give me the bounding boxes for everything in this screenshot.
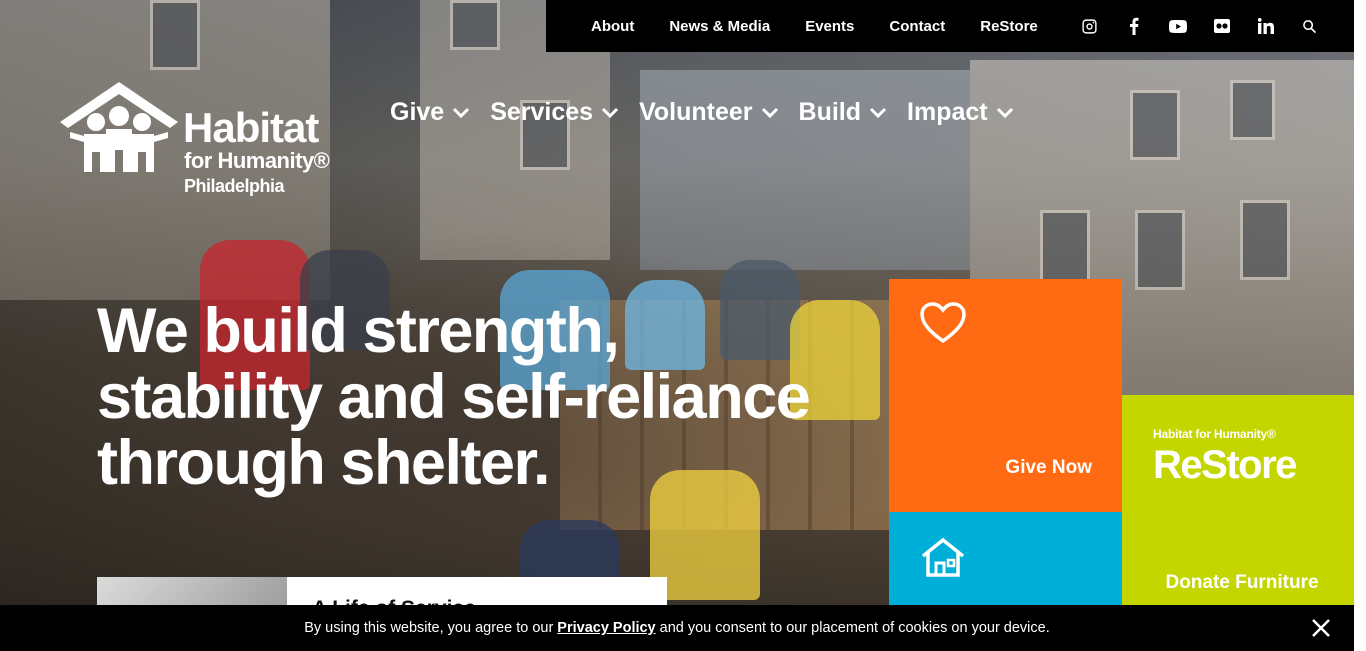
page-scrollbar[interactable] [1354, 0, 1366, 651]
give-now-tile[interactable]: Give Now [889, 279, 1122, 512]
search-icon[interactable] [1288, 11, 1332, 41]
cookie-text-after: and you consent to our placement of cook… [659, 620, 1050, 636]
hero-headline-line-1: We build strength, [97, 296, 620, 366]
facebook-icon[interactable] [1112, 11, 1156, 41]
donate-furniture-label: Donate Furniture [1165, 572, 1319, 593]
main-navigation: Give Services Volunteer Build Impact [390, 98, 1034, 127]
nav-item-services[interactable]: Services [490, 98, 619, 127]
logo-text-habitat: Habitat [183, 104, 319, 151]
privacy-policy-link[interactable]: Privacy Policy [557, 620, 655, 636]
house-icon [921, 537, 965, 577]
chevron-down-icon [453, 107, 470, 118]
home-services-tile[interactable] [889, 512, 1122, 605]
topbar-link-about[interactable]: About [591, 18, 634, 35]
chevron-down-icon [602, 107, 619, 118]
nav-item-impact[interactable]: Impact [907, 98, 1014, 127]
topbar-link-contact[interactable]: Contact [889, 18, 945, 35]
utility-bar: About News & Media Events Contact ReStor… [546, 0, 1354, 52]
nav-item-label: Build [798, 98, 862, 126]
hero-headline-line-2: stability and self-reliance [97, 362, 811, 432]
nav-item-label: Volunteer [639, 98, 753, 126]
nav-item-build[interactable]: Build [799, 98, 888, 127]
hero-headline: We build strength, stability and self-re… [97, 298, 857, 496]
chevron-down-icon [996, 107, 1013, 118]
chevron-down-icon [761, 107, 778, 118]
topbar-link-news-media[interactable]: News & Media [669, 18, 770, 35]
habitat-house-people-icon [60, 82, 178, 172]
logo-text-philadelphia: Philadelphia [184, 176, 285, 196]
hero-headline-line-3: through shelter. [97, 428, 551, 498]
topbar-link-events[interactable]: Events [805, 18, 854, 35]
nav-item-label: Give [390, 98, 445, 126]
nav-item-give[interactable]: Give [390, 98, 470, 127]
nav-item-label: Impact [907, 98, 988, 126]
youtube-icon[interactable] [1156, 11, 1200, 41]
flickr-icon[interactable] [1200, 11, 1244, 41]
nav-item-volunteer[interactable]: Volunteer [639, 98, 778, 127]
restore-donate-furniture-tile[interactable]: Habitat for Humanity® ReStore Donate Fur… [1122, 395, 1354, 605]
give-now-label: Give Now [1005, 457, 1092, 478]
instagram-icon[interactable] [1068, 11, 1112, 41]
cookie-consent-bar: By using this website, you agree to our … [0, 605, 1354, 651]
chevron-down-icon [869, 107, 887, 118]
restore-brand-small: Habitat for Humanity® [1153, 427, 1276, 441]
logo-text-for-humanity: for Humanity® [184, 148, 330, 173]
topbar-link-restore[interactable]: ReStore [980, 18, 1038, 35]
heart-icon [920, 302, 966, 344]
restore-logo: ReStore [1153, 443, 1297, 487]
nav-item-label: Services [490, 98, 594, 126]
cookie-text-before: By using this website, you agree to our [304, 620, 554, 636]
habitat-logo[interactable]: Habitat for Humanity® Philadelphia [60, 82, 350, 202]
linkedin-icon[interactable] [1244, 11, 1288, 41]
close-icon[interactable] [1310, 617, 1332, 639]
